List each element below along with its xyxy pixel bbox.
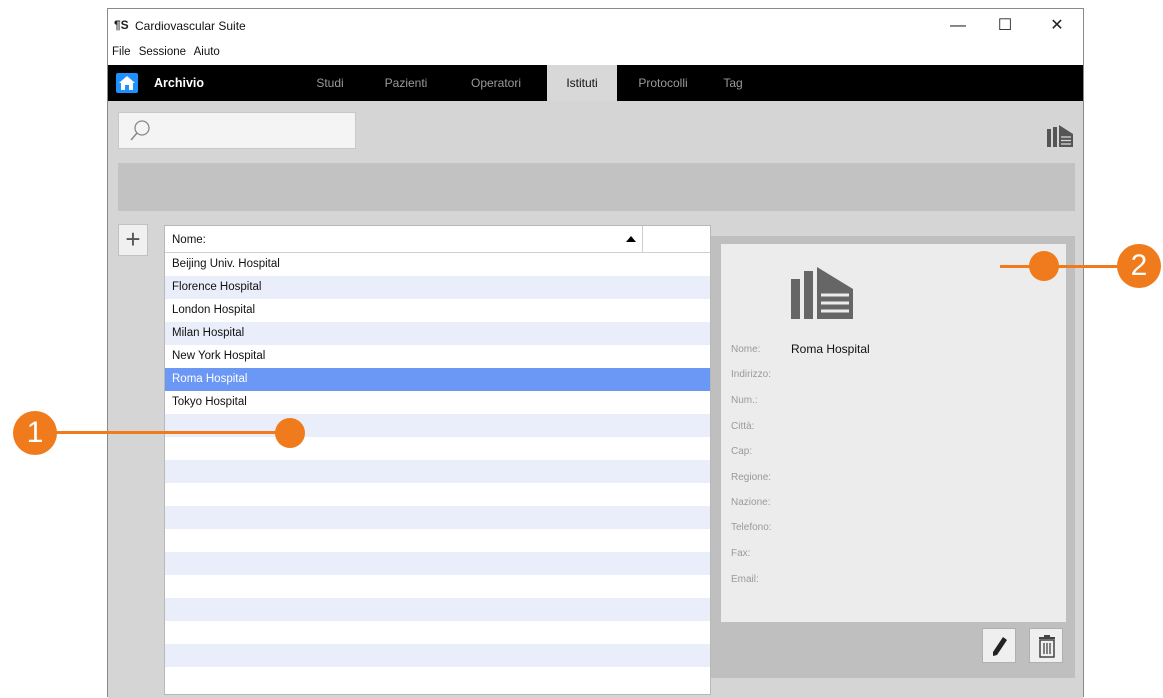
search-input[interactable] bbox=[118, 112, 356, 149]
nav-bar: Archivio Studi Pazienti Operatori Istitu… bbox=[108, 65, 1083, 101]
plus-icon: + bbox=[125, 224, 141, 254]
list-row[interactable]: Beijing Univ. Hospital bbox=[165, 253, 710, 276]
empty-list-row bbox=[165, 667, 710, 690]
detail-label: Nome: bbox=[731, 344, 761, 355]
tab-operatori[interactable]: Operatori bbox=[460, 65, 532, 101]
list-row[interactable]: New York Hospital bbox=[165, 345, 710, 368]
empty-list-row bbox=[165, 483, 710, 506]
column-header-name[interactable]: Nome: bbox=[172, 234, 206, 246]
menu-aiuto[interactable]: Aiuto bbox=[194, 46, 220, 58]
callout-2-line bbox=[1000, 265, 1130, 268]
empty-list-row bbox=[165, 437, 710, 460]
minimize-button[interactable]: — bbox=[938, 13, 978, 39]
callout-1-badge: 1 bbox=[13, 411, 57, 455]
filter-banner bbox=[118, 163, 1075, 211]
trash-icon bbox=[1039, 635, 1055, 658]
search-icon bbox=[130, 120, 150, 141]
edit-button[interactable] bbox=[982, 628, 1016, 663]
empty-list-row bbox=[165, 506, 710, 529]
empty-list-row bbox=[165, 575, 710, 598]
sort-ascending-icon bbox=[626, 236, 636, 242]
title-bar: ¶S Cardiovascular Suite — ☐ ✕ bbox=[108, 9, 1083, 47]
institutes-list: Nome: Beijing Univ. Hospital Florence Hos… bbox=[164, 225, 711, 695]
empty-list-row bbox=[165, 529, 710, 552]
column-divider bbox=[642, 226, 643, 253]
empty-list-row bbox=[165, 598, 710, 621]
tab-tag[interactable]: Tag bbox=[715, 65, 751, 101]
menu-sessione[interactable]: Sessione bbox=[139, 46, 186, 58]
home-icon bbox=[119, 76, 135, 90]
detail-label: Telefono: bbox=[731, 522, 772, 533]
pencil-icon bbox=[993, 637, 1007, 656]
list-row[interactable]: London Hospital bbox=[165, 299, 710, 322]
institution-icon-large bbox=[791, 267, 853, 319]
app-logo: ¶S bbox=[114, 18, 129, 32]
window-title: Cardiovascular Suite bbox=[135, 19, 246, 33]
list-row[interactable]: Florence Hospital bbox=[165, 276, 710, 299]
callout-2-dot bbox=[1029, 251, 1059, 281]
callout-1-line bbox=[40, 431, 290, 434]
detail-label: Num.: bbox=[731, 395, 758, 406]
empty-list-row bbox=[165, 460, 710, 483]
add-institute-button[interactable]: + bbox=[118, 224, 148, 256]
callout-2-badge: 2 bbox=[1117, 244, 1161, 288]
empty-list-row bbox=[165, 644, 710, 667]
empty-list-row bbox=[165, 552, 710, 575]
delete-button[interactable] bbox=[1029, 628, 1063, 663]
tab-istituti[interactable]: Istituti bbox=[547, 65, 617, 101]
detail-label: Cap: bbox=[731, 446, 753, 457]
detail-label: Email: bbox=[731, 574, 759, 585]
list-row[interactable]: Roma Hospital bbox=[165, 368, 710, 391]
detail-card: Nome: Indirizzo: Num.: Città: Cap: Regione: Na… bbox=[721, 244, 1066, 622]
tab-protocolli[interactable]: Protocolli bbox=[627, 65, 699, 101]
detail-label: Città: bbox=[731, 421, 755, 432]
app-window: ¶S Cardiovascular Suite — ☐ ✕ File Sessi… bbox=[107, 8, 1084, 698]
home-button[interactable] bbox=[116, 73, 138, 93]
nav-title: Archivio bbox=[154, 76, 205, 90]
maximize-button[interactable]: ☐ bbox=[985, 13, 1025, 39]
list-row[interactable]: Milan Hospital bbox=[165, 322, 710, 345]
institution-icon bbox=[1047, 125, 1073, 147]
menu-bar: File Sessione Aiuto bbox=[112, 46, 225, 62]
list-row[interactable]: Tokyo Hospital bbox=[165, 391, 710, 414]
detail-label: Indirizzo: bbox=[731, 369, 772, 380]
callout-1-dot bbox=[275, 418, 305, 448]
detail-label: Fax: bbox=[731, 548, 751, 559]
close-button[interactable]: ✕ bbox=[1037, 13, 1077, 39]
tab-pazienti[interactable]: Pazienti bbox=[376, 65, 436, 101]
list-header[interactable]: Nome: bbox=[165, 226, 710, 253]
tab-studi[interactable]: Studi bbox=[305, 65, 355, 101]
menu-file[interactable]: File bbox=[112, 46, 131, 58]
detail-panel: Nome: Indirizzo: Num.: Città: Cap: Regione: Na… bbox=[711, 236, 1075, 678]
empty-list-row bbox=[165, 621, 710, 644]
detail-label: Nazione: bbox=[731, 497, 771, 508]
detail-label: Regione: bbox=[731, 472, 772, 483]
detail-name-value: Roma Hospital bbox=[791, 342, 870, 356]
content-area: + Nome: Beijing Univ. Hospital Florence H… bbox=[108, 101, 1083, 698]
